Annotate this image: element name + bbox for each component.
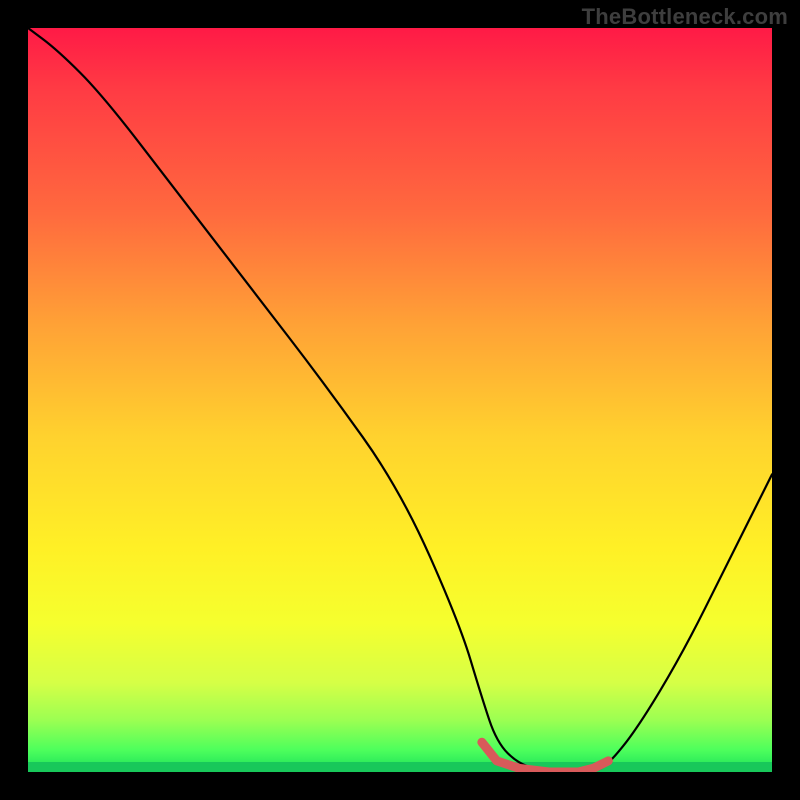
bottleneck-curve [28,28,772,772]
watermark-text: TheBottleneck.com [582,4,788,30]
bottom-highlight-segment [482,742,608,772]
curve-layer [28,28,772,772]
chart-frame: TheBottleneck.com [0,0,800,800]
plot-area [28,28,772,772]
